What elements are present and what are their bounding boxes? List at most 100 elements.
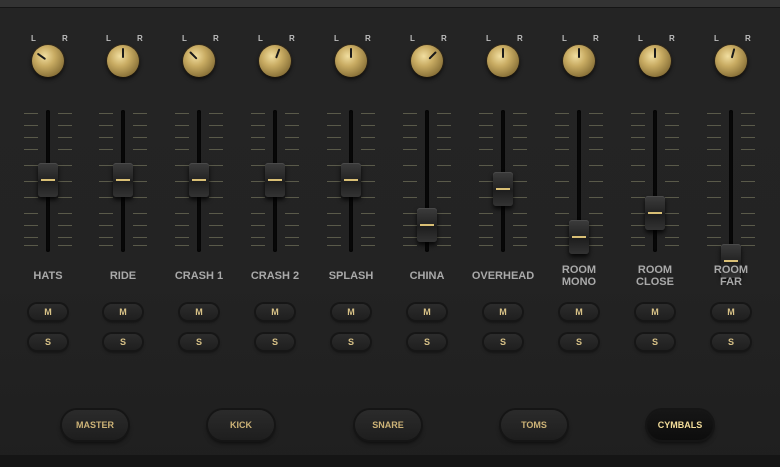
pan-right-label: R: [137, 34, 143, 43]
pan-knob[interactable]: [107, 45, 139, 77]
channel-strip: L R ROOM CLOSE M S: [623, 0, 687, 360]
pan-left-label: L: [562, 34, 567, 43]
channel-strip: L R SPLASH M S: [319, 0, 383, 360]
volume-fader[interactable]: [493, 172, 513, 207]
pan-left-label: L: [334, 34, 339, 43]
pan-knob-indicator: [502, 48, 504, 58]
fader-cap-line: [41, 178, 55, 181]
pan-knob-indicator: [275, 48, 281, 59]
fader-cap-line: [116, 178, 130, 181]
solo-button[interactable]: S: [332, 334, 370, 350]
pan-knob-indicator: [654, 48, 656, 58]
pan-knob-indicator: [730, 48, 736, 59]
solo-button[interactable]: S: [29, 334, 67, 350]
volume-fader[interactable]: [265, 162, 285, 197]
mute-button[interactable]: M: [712, 304, 750, 320]
pan-right-label: R: [669, 34, 675, 43]
mute-button[interactable]: M: [408, 304, 446, 320]
channel-strip: L R OVERHEAD M S: [471, 0, 535, 360]
pan-left-label: L: [31, 34, 36, 43]
pan-knob[interactable]: [411, 45, 443, 77]
solo-button[interactable]: S: [712, 334, 750, 350]
mute-button[interactable]: M: [560, 304, 598, 320]
volume-fader[interactable]: [645, 196, 665, 231]
fader-cap-line: [572, 235, 586, 238]
pan-left-label: L: [106, 34, 111, 43]
pan-knob-indicator: [36, 52, 47, 61]
channel-strip: L R CRASH 2 MS: [243, 0, 307, 360]
pan-right-label: R: [517, 34, 523, 43]
volume-fader[interactable]: [189, 162, 209, 197]
pan-right-label: R: [365, 34, 371, 43]
channel-name: ROOM CLOSE: [636, 264, 674, 288]
pan-right-label: R: [62, 34, 68, 43]
pan-knob[interactable]: [487, 45, 519, 77]
bottom-bar: [0, 455, 780, 467]
solo-button[interactable]: S: [408, 334, 446, 350]
pan-knob-indicator: [122, 48, 124, 58]
fader-cap-line: [268, 178, 282, 181]
pan-knob[interactable]: [259, 45, 291, 77]
pan-knob[interactable]: [32, 45, 64, 77]
mute-button[interactable]: M: [332, 304, 370, 320]
solo-button[interactable]: S: [560, 334, 598, 350]
bus-button-cymbals[interactable]: CYMBALS: [647, 410, 713, 440]
solo-button[interactable]: S: [256, 334, 294, 350]
volume-fader[interactable]: [569, 219, 589, 254]
mute-button[interactable]: M: [29, 304, 67, 320]
bus-button-snare[interactable]: SNARE: [355, 410, 421, 440]
fader-track[interactable]: [729, 110, 733, 252]
pan-right-label: R: [745, 34, 751, 43]
solo-button[interactable]: S: [180, 334, 218, 350]
pan-right-label: R: [593, 34, 599, 43]
fader-track[interactable]: [653, 110, 657, 252]
mute-button[interactable]: M: [636, 304, 674, 320]
pan-left-label: L: [182, 34, 187, 43]
solo-button[interactable]: S: [104, 334, 142, 350]
channel-name: SPLASH: [328, 270, 374, 282]
pan-right-label: R: [441, 34, 447, 43]
mixer-panel: L R HATS M S L R RIDE M S L R CRASH 1 M S L R CRASH 2MSLR…: [0, 0, 780, 467]
pan-knob-indicator: [350, 48, 352, 58]
volume-fader[interactable]: [341, 162, 361, 197]
solo-button[interactable]: S: [484, 334, 522, 350]
channel-strip: L R CRASH 1 MS: [167, 0, 231, 360]
mute-button[interactable]: M: [104, 304, 142, 320]
channel-name: CRASH 2: [250, 270, 300, 282]
fader-cap-line: [496, 188, 510, 191]
pan-knob[interactable]: [715, 45, 747, 77]
pan-knob[interactable]: [335, 45, 367, 77]
pan-left-label: L: [410, 34, 415, 43]
channel-name: CHINA: [409, 270, 445, 282]
volume-fader[interactable]: [38, 162, 58, 197]
channel-strip: L R ROOM FAR M S: [699, 0, 763, 360]
channel-strip: L R RIDE M S: [91, 0, 155, 360]
channel-name: OVERHEAD: [471, 270, 535, 282]
pan-left-label: L: [486, 34, 491, 43]
mute-button[interactable]: M: [180, 304, 218, 320]
channel-name: ROOM FAR: [713, 264, 749, 288]
pan-right-label: R: [213, 34, 219, 43]
channel-name: RIDE: [109, 270, 137, 282]
solo-button[interactable]: S: [636, 334, 674, 350]
pan-knob-indicator: [189, 51, 198, 60]
pan-knob[interactable]: [639, 45, 671, 77]
fader-cap-line: [192, 178, 206, 181]
fader-cap-line: [648, 212, 662, 215]
pan-left-label: L: [258, 34, 263, 43]
channel-strip: L R CHINA M S: [395, 0, 459, 360]
fader-cap-line: [420, 224, 434, 227]
volume-fader[interactable]: [113, 162, 133, 197]
pan-knob-indicator: [428, 51, 437, 60]
channel-name: ROOM MONO: [561, 264, 597, 288]
pan-knob[interactable]: [183, 45, 215, 77]
bus-button-toms[interactable]: TOMS: [501, 410, 567, 440]
pan-knob[interactable]: [563, 45, 595, 77]
volume-fader[interactable]: [417, 208, 437, 243]
mute-button[interactable]: M: [484, 304, 522, 320]
bus-button-kick[interactable]: KICK: [208, 410, 274, 440]
bus-button-master[interactable]: MASTER: [62, 410, 128, 440]
mute-button[interactable]: M: [256, 304, 294, 320]
channel-name: HATS: [33, 270, 63, 282]
channel-strip: L R HATS M S: [16, 0, 80, 360]
